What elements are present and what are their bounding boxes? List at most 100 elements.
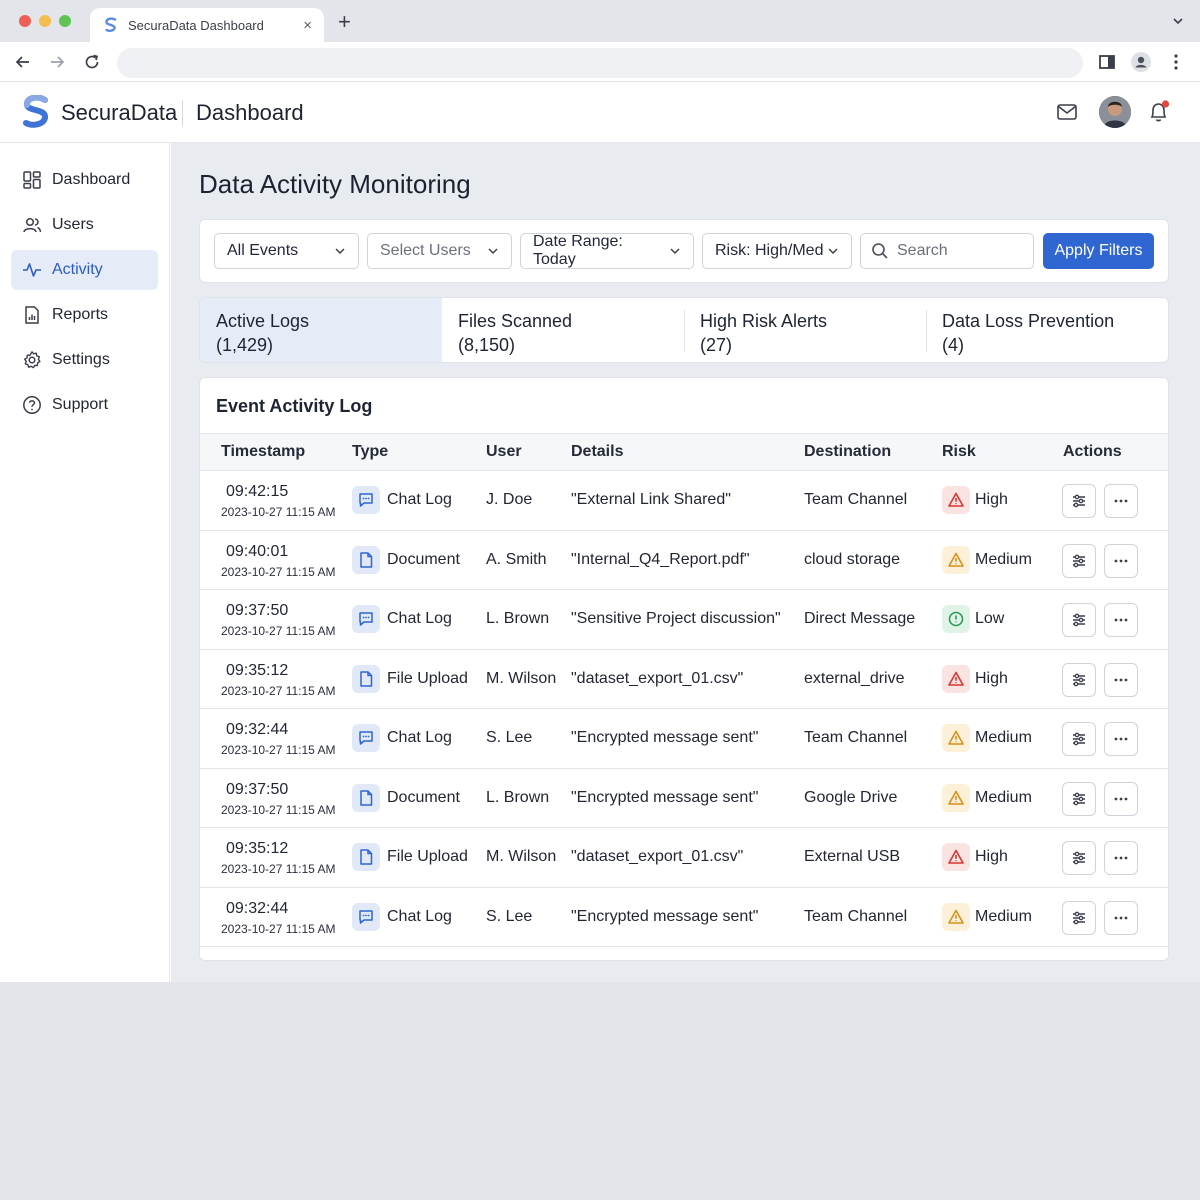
row-more-button[interactable] — [1104, 900, 1138, 935]
column-header: Type — [352, 443, 389, 460]
row-risk: Low — [975, 610, 1005, 627]
row-filter-button[interactable] — [1062, 603, 1096, 637]
back-arrow-icon[interactable] — [14, 53, 32, 71]
row-type: File Upload — [387, 848, 468, 865]
row-time: 09:32:44 — [226, 899, 289, 917]
browser-window: SecuraData Dashboard × + SecuraData Dash… — [0, 0, 1200, 982]
row-destination: cloud storage — [804, 550, 901, 568]
row-date: 2023-10-27 11:15 AM — [221, 683, 336, 698]
row-destination: Google Drive — [804, 788, 898, 806]
row-time: 09:42:15 — [226, 483, 289, 500]
stat-count: (1,429) — [216, 335, 274, 355]
notification-bell-icon[interactable] — [1146, 99, 1172, 125]
search-icon — [872, 243, 888, 259]
browser-menu-icon[interactable] — [1166, 52, 1186, 72]
tab-active-logs[interactable]: Active Logs (1,429) — [200, 298, 442, 362]
table-row[interactable]: 09:42:15 2023-10-27 11:15 AM Chat Log J. Do… — [200, 471, 1168, 531]
browser-toolbar — [0, 42, 1200, 82]
high-risk-icon — [942, 664, 970, 693]
tab-high-risk-alerts[interactable]: High Risk Alerts (27) — [684, 298, 926, 362]
close-window-button[interactable] — [19, 15, 31, 27]
tab-files-scanned[interactable]: Files Scanned (8,150) — [442, 298, 684, 362]
table-row[interactable]: 09:40:01 2023-10-27 11:15 AM Document A. Sm… — [200, 531, 1168, 590]
search-input[interactable] — [897, 242, 1027, 260]
sidebar-item-reports[interactable]: Reports — [11, 295, 158, 335]
date-range-select[interactable]: Date Range: Today — [520, 233, 694, 269]
side-panel-icon[interactable] — [1097, 52, 1117, 72]
row-more-button[interactable] — [1104, 603, 1138, 637]
table-row[interactable]: 09:35:12 2023-10-27 11:15 AM File Upload M.… — [200, 828, 1168, 888]
table-row[interactable]: 09:32:44 2023-10-27 11:15 AM Chat Log S. Le… — [200, 888, 1168, 947]
sidebar-item-dashboard[interactable]: Dashboard — [11, 160, 158, 200]
tab-search-chevron-icon[interactable] — [1172, 15, 1184, 27]
row-more-button[interactable] — [1104, 722, 1138, 756]
row-risk: Medium — [975, 788, 1032, 806]
sliders-icon — [1073, 792, 1085, 805]
page-title: Data Activity Monitoring — [199, 169, 471, 199]
maximize-window-button[interactable] — [59, 15, 71, 27]
user-avatar[interactable] — [1099, 96, 1131, 128]
row-filter-button[interactable] — [1062, 841, 1096, 875]
row-more-button[interactable] — [1104, 662, 1138, 697]
row-filter-button[interactable] — [1062, 662, 1096, 697]
help-icon — [23, 396, 41, 414]
row-details: "dataset_export_01.csv" — [571, 669, 744, 687]
high-risk-icon — [942, 843, 970, 871]
minimize-window-button[interactable] — [39, 15, 51, 27]
more-horizontal-icon — [1114, 916, 1128, 919]
tab-close-icon[interactable]: × — [303, 17, 312, 34]
row-more-button[interactable] — [1104, 781, 1138, 816]
chevron-down-icon — [828, 248, 838, 255]
row-filter-button[interactable] — [1062, 900, 1096, 935]
table-row[interactable]: 09:32:44 2023-10-27 11:15 AM Chat Log S. Le… — [200, 709, 1168, 769]
table-row[interactable]: 09:37:50 2023-10-27 11:15 AM Chat Log L. Br… — [200, 590, 1168, 650]
row-user: L. Brown — [486, 788, 550, 806]
chat-icon — [352, 724, 380, 752]
sidebar-item-support[interactable]: Support — [11, 385, 158, 425]
row-more-button[interactable] — [1104, 543, 1138, 578]
row-filter-button[interactable] — [1062, 543, 1096, 578]
more-horizontal-icon — [1114, 499, 1128, 503]
row-user: M. Wilson — [486, 848, 557, 865]
high-risk-icon — [942, 486, 970, 514]
mail-icon[interactable] — [1056, 102, 1078, 122]
apply-filters-button[interactable]: Apply Filters — [1043, 233, 1154, 269]
stat-label: Files Scanned — [458, 311, 573, 331]
row-filter-button[interactable] — [1062, 484, 1096, 518]
risk-select[interactable]: Risk: High/Med — [702, 233, 852, 269]
securadata-favicon-icon — [105, 17, 117, 32]
event-type-select[interactable]: All Events — [214, 233, 359, 269]
app-header: SecuraData Dashboard — [0, 82, 1200, 143]
row-details: "Sensitive Project discussion" — [571, 610, 781, 627]
column-header: Timestamp — [221, 443, 306, 460]
sliders-icon — [1073, 851, 1085, 865]
new-tab-button[interactable]: + — [338, 11, 351, 33]
log-title: Event Activity Log — [216, 396, 373, 416]
row-more-button[interactable] — [1104, 484, 1138, 518]
row-destination: Direct Message — [804, 610, 916, 627]
sliders-icon — [1073, 613, 1085, 627]
row-filter-button[interactable] — [1062, 781, 1096, 816]
sidebar-item-activity[interactable]: Activity — [11, 250, 158, 290]
reload-icon[interactable] — [83, 53, 101, 71]
sidebar-item-settings[interactable]: Settings — [11, 340, 158, 380]
table-row[interactable]: 09:35:12 2023-10-27 11:15 AM File Upload M.… — [200, 650, 1168, 709]
row-time: 09:37:50 — [226, 602, 289, 619]
column-header: Destination — [804, 443, 892, 460]
sidebar-item-users[interactable]: Users — [11, 205, 158, 245]
row-date: 2023-10-27 11:15 AM — [221, 564, 336, 579]
profile-icon[interactable] — [1131, 52, 1151, 72]
sidebar-item-label: Dashboard — [52, 171, 131, 188]
forward-arrow-icon[interactable] — [48, 53, 66, 71]
table-row[interactable]: 09:37:50 2023-10-27 11:15 AM Document L. Br… — [200, 769, 1168, 828]
address-bar[interactable] — [117, 48, 1083, 78]
medium-risk-icon — [942, 902, 970, 931]
page-header-title: Dashboard — [196, 100, 304, 125]
tab-data-loss-prevention[interactable]: Data Loss Prevention (4) — [926, 298, 1168, 362]
row-risk: Medium — [975, 907, 1032, 925]
browser-tab[interactable]: SecuraData Dashboard × — [90, 8, 324, 42]
row-more-button[interactable] — [1104, 841, 1138, 875]
users-select[interactable]: Select Users — [367, 233, 512, 269]
row-type: Chat Log — [387, 491, 452, 508]
row-filter-button[interactable] — [1062, 722, 1096, 756]
